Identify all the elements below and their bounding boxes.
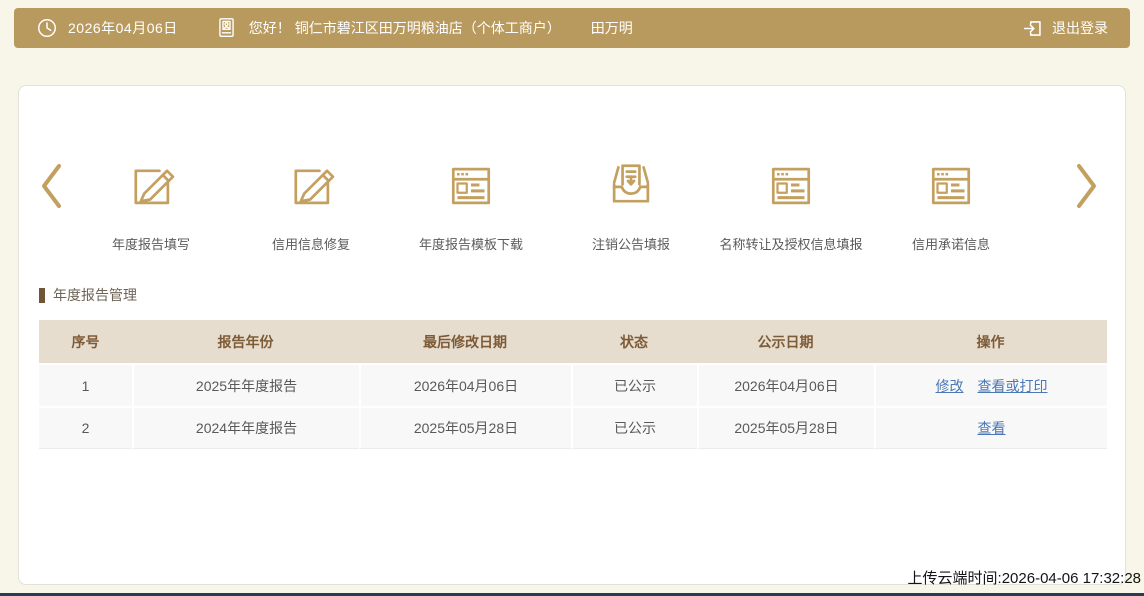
- col-seq: 序号: [39, 320, 132, 363]
- inbox-icon: [612, 164, 650, 203]
- edit-square-icon: [294, 169, 335, 205]
- cell-status: 已公示: [571, 406, 697, 449]
- feature-label: 注销公告填报: [591, 237, 670, 252]
- user-name: 田万明: [590, 20, 633, 36]
- table-row: 2 2024年年度报告 2025年05月28日 已公示 2025年05月28日 …: [39, 406, 1107, 449]
- feature-label: 信用信息修复: [271, 237, 350, 252]
- greeting-text: 您好！: [248, 20, 291, 36]
- cell-seq: 2: [39, 406, 132, 449]
- carousel-prev-button[interactable]: [31, 159, 71, 213]
- browser-doc-icon: [931, 167, 971, 205]
- view-link[interactable]: 查看: [978, 420, 1006, 436]
- cell-publish-date: 2026年04月06日: [697, 363, 874, 406]
- section-title: 年度报告管理: [53, 287, 137, 303]
- feature-label: 名称转让及授权信息填报: [719, 237, 863, 252]
- cell-report-year: 2024年年度报告: [132, 406, 359, 449]
- logout-icon: [1022, 18, 1043, 39]
- carousel-next-button[interactable]: [1067, 159, 1107, 213]
- section-marker: [39, 287, 45, 303]
- cell-publish-date: 2025年05月28日: [697, 406, 874, 449]
- current-date: 2026年04月06日: [68, 20, 178, 36]
- feature-label: 年度报告模板下载: [418, 237, 523, 252]
- chevron-right-icon: [1077, 164, 1096, 208]
- feature-carousel: 年度报告填写 信用信息修复 年度报告模板下载 注销公告填报 名称转让及授权信息填…: [31, 159, 1113, 253]
- cell-last-modified: 2026年04月06日: [359, 363, 571, 406]
- user-badge-icon: [216, 16, 237, 40]
- feature-label: 年度报告填写: [111, 237, 190, 252]
- col-status: 状态: [571, 320, 697, 363]
- upload-time-text: 上传云端时间:2026-04-06 17:32:28: [907, 570, 1141, 587]
- feature-credit-repair[interactable]: 信用信息修复: [231, 159, 391, 253]
- main-panel: 年度报告填写 信用信息修复 年度报告模板下载 注销公告填报 名称转让及授权信息填…: [18, 85, 1126, 585]
- feature-template-download[interactable]: 年度报告模板下载: [391, 159, 551, 253]
- feature-annual-report-fill[interactable]: 年度报告填写: [71, 159, 231, 253]
- col-report-year: 报告年份: [132, 320, 359, 363]
- clock-icon: [36, 17, 58, 39]
- chevron-left-icon: [42, 164, 61, 208]
- cell-last-modified: 2025年05月28日: [359, 406, 571, 449]
- feature-name-transfer-auth[interactable]: 名称转让及授权信息填报: [711, 159, 871, 253]
- cell-actions: 查看: [874, 406, 1107, 449]
- cell-report-year: 2025年年度报告: [132, 363, 359, 406]
- cell-seq: 1: [39, 363, 132, 406]
- table-header-row: 序号 报告年份 最后修改日期 状态 公示日期 操作: [39, 320, 1107, 363]
- top-bar: 2026年04月06日 您好！ 铜仁市碧江区田万明粮油店（个体工商户） 田万明 …: [14, 8, 1130, 48]
- edit-square-icon: [134, 169, 175, 205]
- company-name: 铜仁市碧江区田万明粮油店（个体工商户）: [294, 20, 561, 36]
- browser-doc-icon: [451, 167, 491, 205]
- annual-report-table: 序号 报告年份 最后修改日期 状态 公示日期 操作 1 2025年年度报告 20…: [39, 320, 1107, 449]
- browser-doc-icon: [771, 167, 811, 205]
- view-or-print-link[interactable]: 查看或打印: [978, 378, 1048, 394]
- col-actions: 操作: [874, 320, 1107, 363]
- logout-label: 退出登录: [1052, 20, 1108, 36]
- cell-status: 已公示: [571, 363, 697, 406]
- logout-button[interactable]: 退出登录: [1013, 18, 1108, 39]
- section-header: 年度报告管理: [39, 285, 137, 305]
- feature-credit-commitment[interactable]: 信用承诺信息: [871, 159, 1031, 253]
- cell-actions: 修改 查看或打印: [874, 363, 1107, 406]
- modify-link[interactable]: 修改: [936, 378, 964, 394]
- col-last-modified: 最后修改日期: [359, 320, 571, 363]
- col-publish-date: 公示日期: [697, 320, 874, 363]
- feature-cancellation-notice[interactable]: 注销公告填报: [551, 159, 711, 253]
- table-row: 1 2025年年度报告 2026年04月06日 已公示 2026年04月06日 …: [39, 363, 1107, 406]
- feature-label: 信用承诺信息: [911, 237, 990, 252]
